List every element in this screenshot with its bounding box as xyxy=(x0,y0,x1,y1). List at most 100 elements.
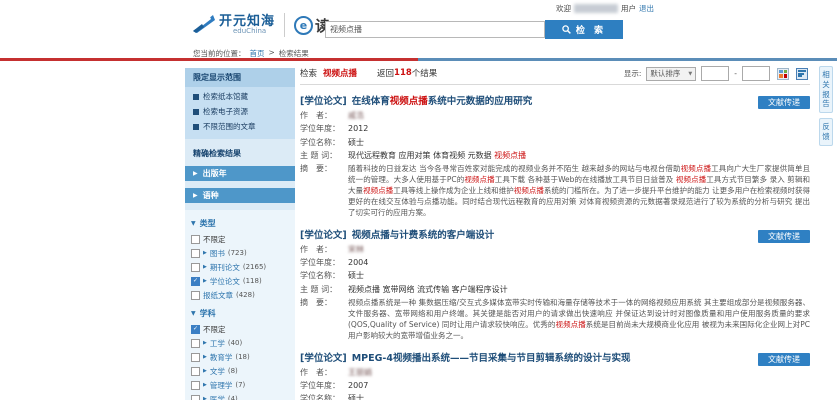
checkbox-icon[interactable] xyxy=(191,339,200,348)
floating-tab[interactable]: 反馈 xyxy=(819,118,833,146)
facet-option[interactable]: ▶教育学(18) xyxy=(185,350,295,364)
checkbox-checked-icon[interactable]: ✓ xyxy=(191,325,200,334)
page-end-input[interactable] xyxy=(742,66,770,81)
highlighted-term: 视频点播 xyxy=(556,320,586,329)
search-button[interactable]: 检 索 xyxy=(545,20,623,39)
chevron-right-icon: ▶ xyxy=(193,170,198,177)
checkbox-checked-icon[interactable]: ✓ xyxy=(191,277,200,286)
collapsed-facet-bar[interactable]: ▶语种 xyxy=(185,188,295,203)
facet-option-label: 报纸文章 xyxy=(203,290,233,301)
keywords-value: 视频点播 宽带网络 流式传输 客户端程序设计 xyxy=(348,285,810,295)
keywords-label: 主 题 词： xyxy=(300,285,348,295)
degree-name-field: 学位名称：硕士 xyxy=(300,138,810,148)
refine-results-title: 精确检索结果 xyxy=(185,139,295,166)
result-item: [学位论文]MPEG-4视频播出系统——节目采集与节目剪辑系统的设计与实现文献传… xyxy=(300,353,810,400)
highlighted-term: 视频点播 xyxy=(494,151,526,160)
sort-dropdown[interactable]: 默认排序 ▼ xyxy=(646,67,696,81)
degree-year-label: 学位年度： xyxy=(300,258,348,268)
magnifier-icon xyxy=(562,25,571,34)
facet-option[interactable]: ✓不限定 xyxy=(185,322,295,336)
degree-name-label: 学位名称： xyxy=(300,271,348,281)
expander-icon: ▶ xyxy=(203,354,207,360)
scope-option[interactable]: 检索纸本馆藏 xyxy=(185,87,295,102)
chevron-right-icon: ▶ xyxy=(193,192,198,199)
abstract-field: 摘 要：视频点播系统是一种 集数据压缩/交互式多媒体宽带实时传输和海量存储等技术… xyxy=(300,298,810,342)
facet-option-label: 学位论文 xyxy=(210,276,240,287)
facet-option[interactable]: ▶工学(40) xyxy=(185,336,295,350)
document-delivery-button[interactable]: 文献传递 xyxy=(758,353,810,366)
facet-header[interactable]: ▼学科 xyxy=(185,302,295,322)
scope-box: 限定显示范围 检索纸本馆藏检索电子资源不限范围的文章 xyxy=(185,68,295,139)
collapsed-facet-label: 出版年 xyxy=(203,168,227,179)
floating-side-tabs: 相关报告反馈 xyxy=(819,66,833,146)
toolbar-controls: 显示: 默认排序 ▼ - xyxy=(624,66,808,81)
query-term: 视频点播 xyxy=(323,67,357,79)
facet-option[interactable]: 不限定 xyxy=(185,232,295,246)
result-type-tag: [学位论文] xyxy=(300,230,347,241)
expander-icon: ▶ xyxy=(203,250,207,256)
header-divider xyxy=(0,58,837,61)
keywords-label: 主 题 词： xyxy=(300,151,348,161)
table-view-icon[interactable] xyxy=(777,68,789,80)
checkbox-icon[interactable] xyxy=(191,291,200,300)
sort-value: 默认排序 xyxy=(650,68,680,79)
degree-year-field: 学位年度：2007 xyxy=(300,381,810,391)
scope-option[interactable]: 不限范围的文章 xyxy=(185,117,295,132)
facet-option-count: (8) xyxy=(228,367,238,375)
brand-flag-icon xyxy=(193,14,215,37)
scope-title: 限定显示范围 xyxy=(185,68,295,87)
facet-option[interactable]: ▶图书(723) xyxy=(185,246,295,260)
page-start-input[interactable] xyxy=(701,66,729,81)
search-input[interactable] xyxy=(325,21,545,38)
e-circle-icon: e xyxy=(294,16,313,35)
checkbox-icon[interactable] xyxy=(191,235,200,244)
checkbox-icon[interactable] xyxy=(191,249,200,258)
facet-option[interactable]: 报纸文章(428) xyxy=(185,288,295,302)
checkbox-icon[interactable] xyxy=(191,395,200,400)
degree-name-value: 硕士 xyxy=(348,271,364,281)
abstract-value: 随着科技的日益发达 当今各寻常百姓家对能完成的视频业务并不陌生 越来越多的网站与… xyxy=(348,164,810,218)
document-delivery-button[interactable]: 文献传递 xyxy=(758,230,810,243)
facet-header[interactable]: ▼类型 xyxy=(185,212,295,232)
facet-option-label: 管理学 xyxy=(210,380,233,391)
author-value-redacted: 王丽娟 xyxy=(348,368,372,378)
search-results-page: 欢迎 用户 退出 开元知海 eduChina e 读 xyxy=(0,0,837,400)
highlighted-term: 视频点播 xyxy=(390,96,428,107)
facet-option[interactable]: ▶文学(8) xyxy=(185,364,295,378)
expander-icon: ▶ xyxy=(203,340,207,346)
result-title-link[interactable]: 在线体育视频点播系统中元数据的应用研究 xyxy=(352,96,533,107)
results-toolbar: 检索 视频点播 返回 118 个结果 显示: 默认排序 ▼ - xyxy=(300,62,810,85)
checkbox-icon[interactable] xyxy=(191,381,200,390)
facet-option-count: (428) xyxy=(236,291,255,299)
result-title-row: [学位论文] 视频点播与计费系统的客户端设计 xyxy=(300,230,810,242)
floating-tab[interactable]: 相关报告 xyxy=(819,66,833,113)
checkbox-icon xyxy=(193,109,199,115)
author-label: 作 者： xyxy=(300,245,348,255)
facet-option-count: (2165) xyxy=(243,263,266,271)
facet-list: ▼类型不限定▶图书(723)▶期刊论文(2165)✓▶学位论文(118)报纸文章… xyxy=(185,210,295,400)
facet-option[interactable]: ▶医学(4) xyxy=(185,392,295,400)
degree-name-label: 学位名称： xyxy=(300,138,348,148)
checkbox-icon xyxy=(193,94,199,100)
checkbox-icon[interactable] xyxy=(191,263,200,272)
results-main: 检索 视频点播 返回 118 个结果 显示: 默认排序 ▼ - xyxy=(300,62,810,400)
facet-option-label: 期刊论文 xyxy=(210,262,240,273)
checkbox-icon[interactable] xyxy=(191,367,200,376)
stats-view-icon[interactable] xyxy=(796,68,808,80)
text-segment: MPEG-4视频播出系统——节目采集与节目剪辑系统的设计与实现 xyxy=(352,353,631,364)
facet-option[interactable]: ✓▶学位论文(118) xyxy=(185,274,295,288)
checkbox-icon[interactable] xyxy=(191,353,200,362)
scope-option[interactable]: 检索电子资源 xyxy=(185,102,295,117)
result-title-link[interactable]: 视频点播与计费系统的客户端设计 xyxy=(352,230,495,241)
collapsed-facet-bar[interactable]: ▶ 出版年 xyxy=(185,166,295,181)
facet-option-label: 工学 xyxy=(210,338,225,349)
result-title-link[interactable]: MPEG-4视频播出系统——节目采集与节目剪辑系统的设计与实现 xyxy=(352,353,631,364)
facet-option[interactable]: ▶管理学(7) xyxy=(185,378,295,392)
text-segment: 工具下载 各种基于Web的在线播放工具节目日益普及 xyxy=(495,175,676,184)
scope-option-label: 检索电子资源 xyxy=(203,106,248,117)
facet-option[interactable]: ▶期刊论文(2165) xyxy=(185,260,295,274)
logout-link[interactable]: 退出 xyxy=(639,3,654,14)
expander-icon: ▶ xyxy=(203,382,207,388)
document-delivery-button[interactable]: 文献传递 xyxy=(758,96,810,109)
facet-option-count: (40) xyxy=(228,339,242,347)
